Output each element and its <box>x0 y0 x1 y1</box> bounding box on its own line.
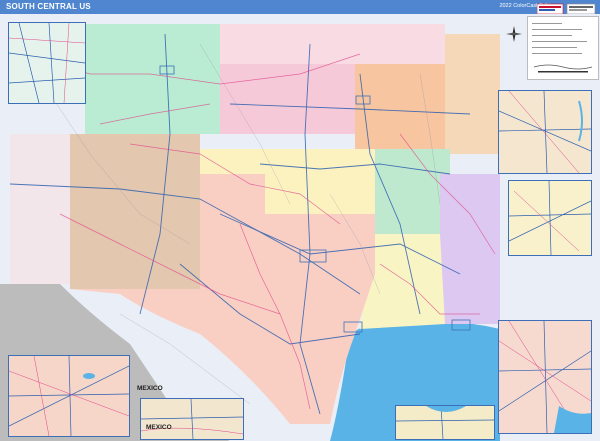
inset-map-new-orleans[interactable] <box>395 405 495 440</box>
inset-map-dallas[interactable] <box>8 355 130 437</box>
state-kansas <box>220 59 355 134</box>
state-arizona <box>10 134 70 284</box>
map-header: SOUTH CENTRAL US 2022 ColorCast Edition <box>0 0 600 14</box>
inset-map-oklahoma-city[interactable] <box>508 180 592 256</box>
mexico-label: MEXICO <box>137 385 163 392</box>
scale-bar <box>533 64 593 73</box>
inset-map-houston[interactable] <box>498 320 592 434</box>
legend-row <box>532 23 562 24</box>
inset-map-kansas-city-graphic <box>499 91 591 173</box>
inset-map-kansas-city[interactable] <box>498 90 592 174</box>
map-title: SOUTH CENTRAL US <box>6 2 91 11</box>
state-new-mexico <box>70 134 200 289</box>
state-nebraska <box>220 24 445 64</box>
state-missouri <box>355 64 460 149</box>
legend-row <box>532 35 572 36</box>
inset-map-oklahoma-city-graphic <box>509 181 591 255</box>
map-legend <box>527 16 599 80</box>
inset-map-el-paso-graphic <box>141 399 243 439</box>
legend-row <box>532 29 582 30</box>
state-mississippi <box>440 174 500 324</box>
map-frame: SOUTH CENTRAL US 2022 ColorCast Edition <box>0 0 600 441</box>
inset-map-dallas-graphic <box>9 356 129 436</box>
inset-map-denver-graphic <box>9 23 85 103</box>
compass-rose-icon <box>506 26 522 42</box>
mexico-inset-label: MEXICO <box>146 424 172 431</box>
legend-row <box>532 53 582 54</box>
state-colorado <box>85 24 220 134</box>
inset-map-houston-graphic <box>499 321 591 433</box>
state-illinois <box>445 34 500 154</box>
legend-row <box>532 41 587 42</box>
inset-map-new-orleans-graphic <box>396 406 494 439</box>
brand-logo <box>536 2 597 15</box>
inset-map-denver[interactable] <box>8 22 86 104</box>
inset-map-el-paso[interactable] <box>140 398 244 440</box>
legend-row <box>532 47 577 48</box>
